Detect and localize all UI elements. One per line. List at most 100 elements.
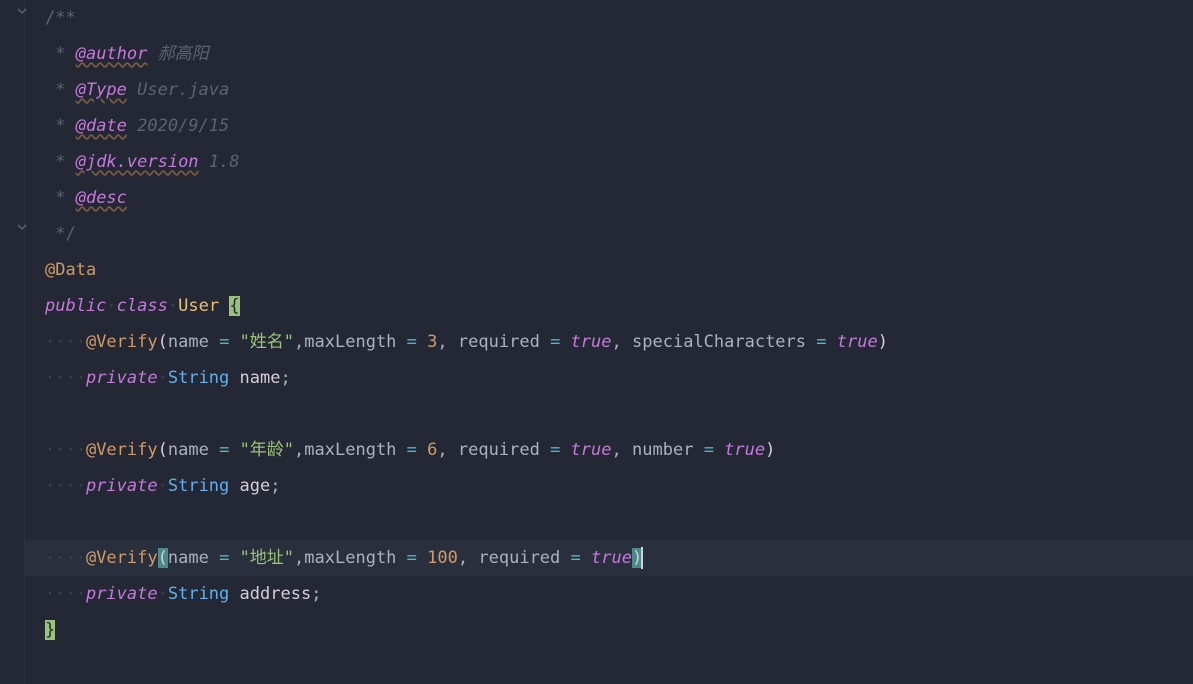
code-line[interactable]: ····@Verify(name = "年龄",maxLength = 6, r… [25, 432, 1193, 468]
operator-eq: = [219, 548, 229, 568]
javadoc-star: * [45, 188, 76, 208]
param-maxlength: maxLength [304, 440, 396, 460]
code-line[interactable]: */ [25, 216, 1193, 252]
comma: , [458, 548, 468, 568]
semicolon: ; [280, 368, 290, 388]
param-required: required [478, 548, 560, 568]
field-name: name [240, 368, 281, 388]
comma: , [294, 332, 304, 352]
semicolon: ; [270, 476, 280, 496]
whitespace: ···· [45, 332, 86, 352]
javadoc-desc-tag: @desc [76, 188, 127, 208]
whitespace: ···· [45, 476, 86, 496]
javadoc-type-value: User.java [127, 80, 229, 100]
annotation-verify: @Verify [86, 332, 158, 352]
bool-true: true [591, 548, 632, 568]
code-line[interactable]: ····@Verify(name = "姓名",maxLength = 3, r… [25, 324, 1193, 360]
class-name: User [178, 296, 219, 316]
bool-true: true [571, 332, 612, 352]
keyword-private: private [86, 368, 158, 388]
param-maxlength: maxLength [304, 548, 396, 568]
code-line[interactable]: * @desc [25, 180, 1193, 216]
code-line-current[interactable]: ····@Verify(name = "地址",maxLength = 100,… [25, 540, 1193, 576]
param-name: name [168, 332, 209, 352]
code-line[interactable]: /** [25, 0, 1193, 36]
code-line[interactable]: } [25, 612, 1193, 648]
number-value: 3 [427, 332, 437, 352]
annotation-data: @Data [45, 260, 96, 280]
bool-true: true [837, 332, 878, 352]
param-required: required [458, 440, 540, 460]
param-name: name [168, 440, 209, 460]
number-value: 6 [427, 440, 437, 460]
comma: , [612, 332, 622, 352]
keyword-private: private [86, 584, 158, 604]
javadoc-date-value: 2020/9/15 [127, 116, 229, 136]
code-editor[interactable]: /** * @author 郝高阳 * @Type User.java * @d… [25, 0, 1193, 648]
whitespace: · [168, 296, 178, 316]
code-line[interactable]: * @author 郝高阳 [25, 36, 1193, 72]
operator-eq: = [407, 548, 417, 568]
operator-eq: = [219, 440, 229, 460]
code-line[interactable]: public·class·User { [25, 288, 1193, 324]
comma: , [437, 440, 447, 460]
field-age: age [240, 476, 271, 496]
bool-true: true [724, 440, 765, 460]
javadoc-star: * [45, 116, 76, 136]
type-string: String [168, 368, 229, 388]
operator-eq: = [407, 440, 417, 460]
operator-eq: = [550, 440, 560, 460]
number-value: 100 [427, 548, 458, 568]
operator-eq: = [407, 332, 417, 352]
code-line[interactable]: @Data [25, 252, 1193, 288]
param-required: required [458, 332, 540, 352]
code-line-blank[interactable] [25, 504, 1193, 540]
javadoc-open: /** [45, 8, 76, 28]
javadoc-type-tag: @Type [76, 80, 127, 100]
comma: , [612, 440, 622, 460]
paren-close: ) [878, 332, 888, 352]
operator-eq: = [571, 548, 581, 568]
whitespace: ···· [45, 440, 86, 460]
paren-open-matched: ( [158, 548, 168, 568]
javadoc-jdk-value: 1.8 [199, 152, 240, 172]
javadoc-star: * [45, 152, 76, 172]
whitespace: · [158, 368, 168, 388]
code-line[interactable]: ····private·String age; [25, 468, 1193, 504]
param-maxlength: maxLength [304, 332, 396, 352]
comma: , [294, 548, 304, 568]
string-value: "年龄" [240, 440, 294, 460]
param-specialchars: specialCharacters [632, 332, 806, 352]
code-line[interactable]: * @jdk.version 1.8 [25, 144, 1193, 180]
javadoc-author-value: 郝高阳 [147, 44, 208, 64]
code-line[interactable]: * @Type User.java [25, 72, 1193, 108]
javadoc-star: * [45, 80, 76, 100]
string-value: "地址" [240, 548, 294, 568]
whitespace: ···· [45, 584, 86, 604]
semicolon: ; [311, 584, 321, 604]
code-line[interactable]: ····private·String name; [25, 360, 1193, 396]
string-value: "姓名" [240, 332, 294, 352]
paren-close: ) [765, 440, 775, 460]
javadoc-date-tag: @date [76, 116, 127, 136]
paren-open: ( [158, 440, 168, 460]
operator-eq: = [550, 332, 560, 352]
brace-close: } [45, 620, 55, 640]
keyword-public: public [45, 296, 106, 316]
code-line-blank[interactable] [25, 396, 1193, 432]
javadoc-jdk-tag: @jdk.version [76, 152, 199, 172]
gutter [0, 0, 25, 684]
bool-true: true [571, 440, 612, 460]
javadoc-author-tag: @author [76, 44, 148, 64]
operator-eq: = [816, 332, 826, 352]
javadoc-star: * [45, 44, 76, 64]
param-number: number [632, 440, 693, 460]
operator-eq: = [704, 440, 714, 460]
keyword-private: private [86, 476, 158, 496]
whitespace: ···· [45, 548, 86, 568]
brace-open: { [229, 296, 239, 316]
code-line[interactable]: * @date 2020/9/15 [25, 108, 1193, 144]
code-line[interactable]: ····private·String address; [25, 576, 1193, 612]
field-address: address [240, 584, 312, 604]
whitespace: ···· [45, 368, 86, 388]
